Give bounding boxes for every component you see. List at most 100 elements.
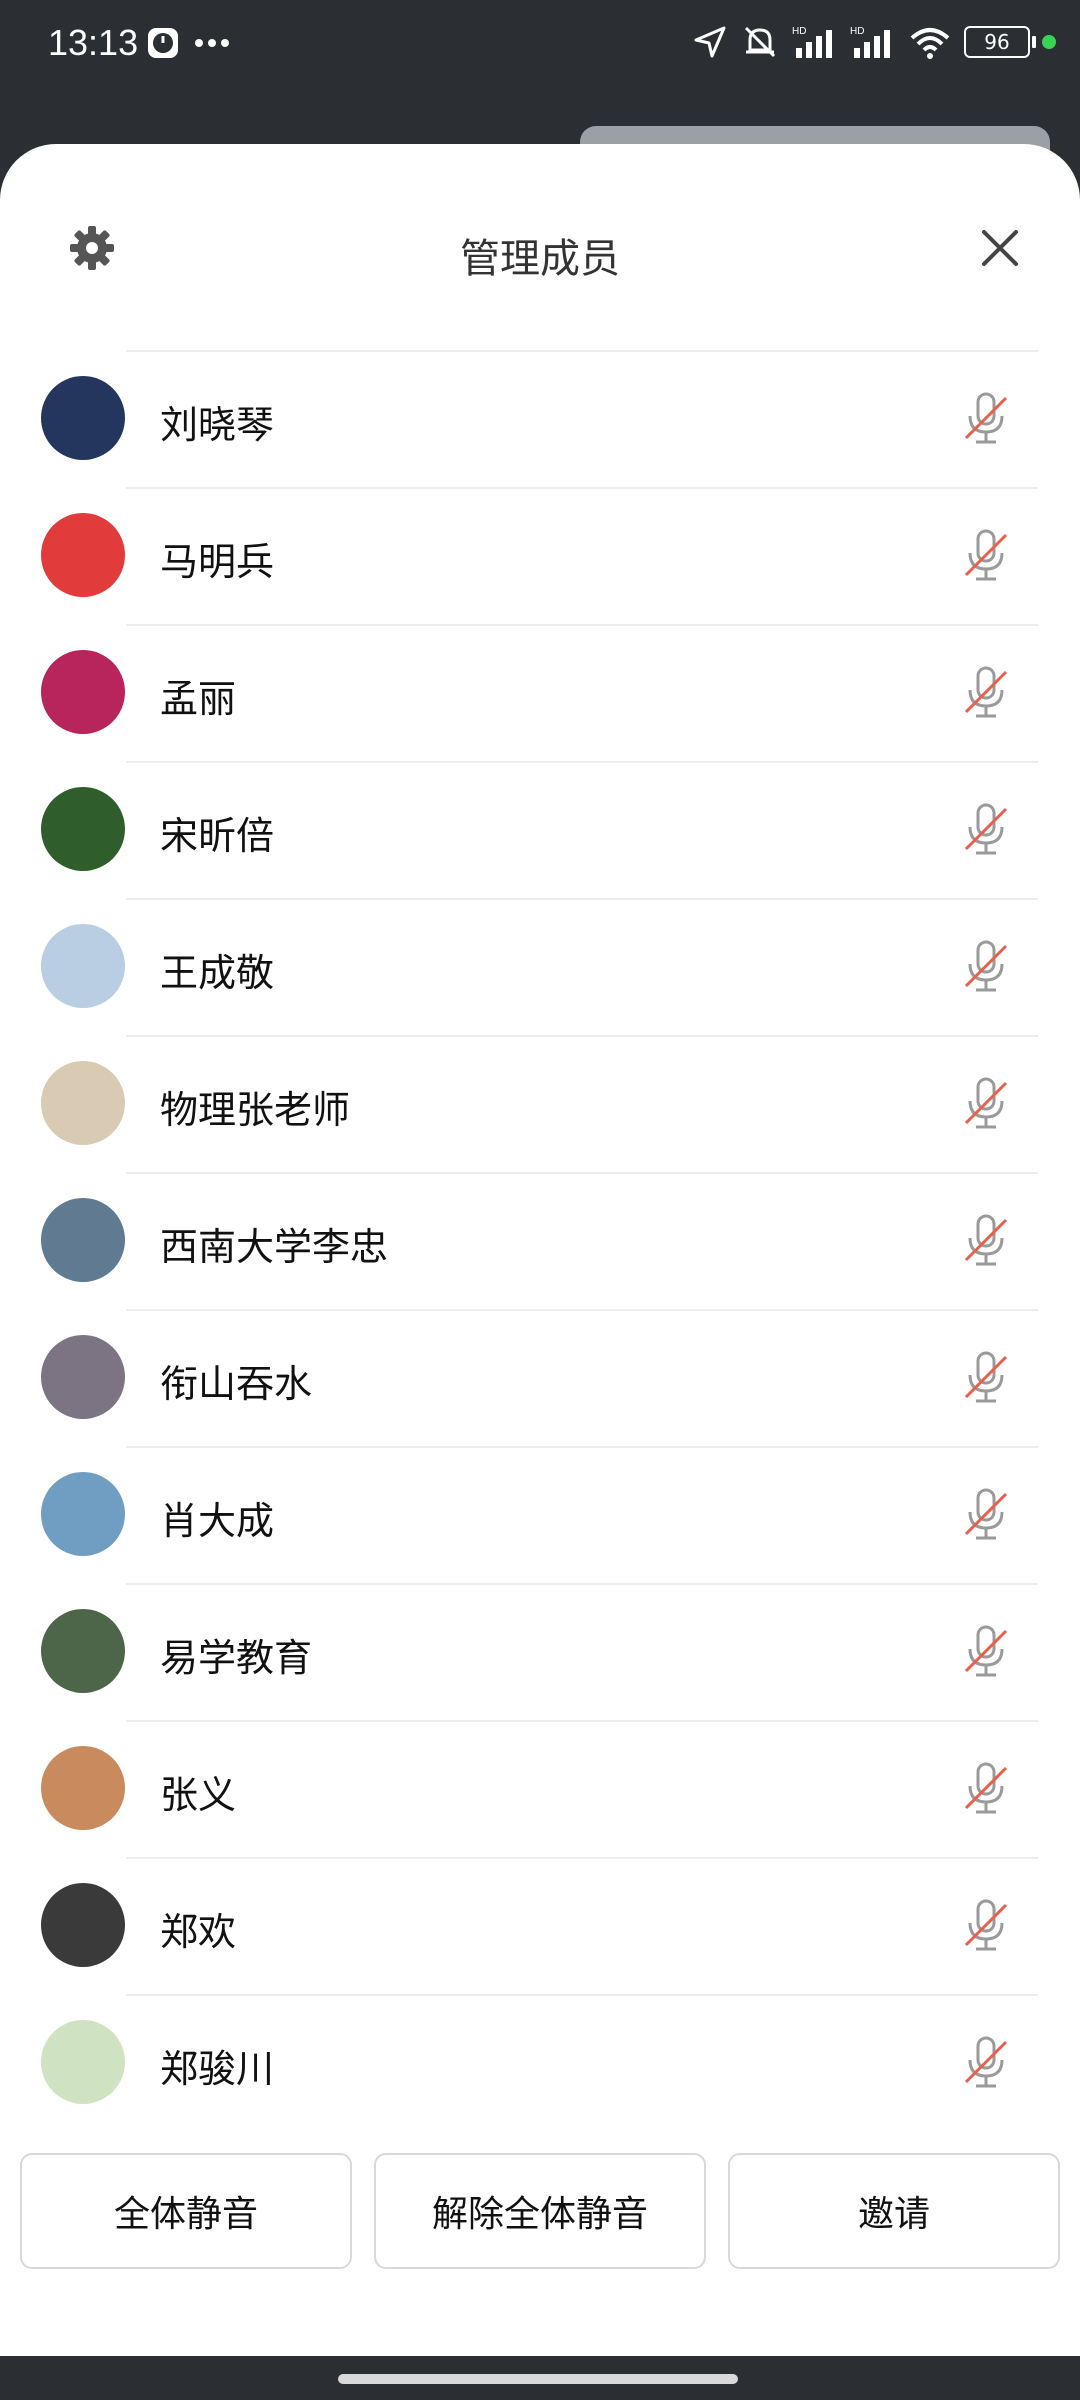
mic-muted-icon	[964, 1762, 1008, 1814]
mic-muted-icon	[964, 940, 1008, 992]
mic-muted-icon	[964, 1488, 1008, 1540]
member-avatar	[41, 1335, 125, 1419]
mic-toggle-button[interactable]	[958, 1895, 1014, 1955]
member-row[interactable]: 易学教育	[0, 1583, 1080, 1720]
row-divider	[126, 1994, 1038, 1996]
close-button[interactable]	[972, 220, 1028, 276]
unmute-all-button[interactable]: 解除全体静音	[374, 2153, 706, 2269]
mic-muted-icon	[964, 1214, 1008, 1266]
mic-toggle-button[interactable]	[958, 799, 1014, 859]
row-divider	[126, 487, 1038, 489]
sheet-header: 管理成员	[0, 144, 1080, 344]
member-row[interactable]: 刘晓琴	[0, 350, 1080, 487]
row-divider	[126, 1172, 1038, 1174]
member-row[interactable]: 孟丽	[0, 624, 1080, 761]
member-name: 张义	[160, 1773, 237, 1817]
mic-toggle-button[interactable]	[958, 1347, 1014, 1407]
member-avatar	[41, 1061, 125, 1145]
row-divider	[126, 624, 1038, 626]
privacy-indicator	[1042, 35, 1056, 49]
member-avatar	[41, 1198, 125, 1282]
member-row[interactable]: 肖大成	[0, 1446, 1080, 1583]
row-divider	[126, 1583, 1038, 1585]
member-name: 孟丽	[160, 677, 237, 721]
wifi-icon	[910, 28, 950, 59]
close-icon	[982, 230, 1018, 266]
member-name: 物理张老师	[160, 1088, 351, 1132]
signal-hd-icon-2: HD	[850, 26, 890, 58]
row-divider	[126, 350, 1038, 352]
member-name: 宋昕倍	[160, 814, 275, 858]
member-row[interactable]: 郑欢	[0, 1857, 1080, 1994]
signal-hd-icon: HD	[792, 26, 832, 58]
mic-muted-icon	[964, 2036, 1008, 2088]
member-name: 郑欢	[160, 1910, 237, 1954]
mic-toggle-button[interactable]	[958, 1210, 1014, 1270]
member-row[interactable]: 衔山吞水	[0, 1309, 1080, 1446]
status-bar: 13:13 HD HD 96	[0, 0, 1080, 96]
row-divider	[126, 1720, 1038, 1722]
row-divider	[126, 1446, 1038, 1448]
svg-text:HD: HD	[850, 26, 864, 37]
mic-muted-icon	[964, 1625, 1008, 1677]
mic-muted-icon	[964, 666, 1008, 718]
mic-muted-icon	[964, 1899, 1008, 1951]
member-row[interactable]: 郑骏川	[0, 1994, 1080, 2131]
member-name: 郑骏川	[160, 2047, 275, 2091]
member-name: 西南大学李忠	[160, 1225, 389, 1269]
member-name: 衔山吞水	[160, 1362, 313, 1406]
member-avatar	[41, 1609, 125, 1693]
battery-level: 96	[984, 30, 1010, 54]
status-time: 13:13	[48, 22, 139, 63]
member-row[interactable]: 马明兵	[0, 487, 1080, 624]
mic-toggle-button[interactable]	[958, 662, 1014, 722]
row-divider	[126, 1309, 1038, 1311]
bottom-action-bar: 全体静音 解除全体静音 邀请	[20, 2153, 1060, 2269]
member-avatar	[41, 1746, 125, 1830]
member-avatar	[41, 650, 125, 734]
mic-muted-icon	[964, 803, 1008, 855]
mic-toggle-button[interactable]	[958, 1758, 1014, 1818]
svg-text:HD: HD	[792, 26, 806, 37]
member-row[interactable]: 物理张老师	[0, 1035, 1080, 1172]
mic-toggle-button[interactable]	[958, 388, 1014, 448]
member-list: 刘晓琴马明兵孟丽宋昕倍王成敬物理张老师西南大学李忠 衔山吞水肖大成易学教育张义郑欢…	[0, 350, 1080, 2131]
home-gesture-handle[interactable]	[338, 2374, 738, 2384]
mute-all-button[interactable]: 全体静音	[20, 2153, 352, 2269]
member-avatar	[41, 787, 125, 871]
member-name: 马明兵	[160, 540, 275, 584]
member-name: 易学教育	[160, 1636, 313, 1680]
row-divider	[126, 761, 1038, 763]
mic-muted-icon	[964, 1351, 1008, 1403]
member-name: 肖大成	[160, 1499, 275, 1543]
member-avatar	[41, 513, 125, 597]
clock-app-icon	[148, 28, 178, 58]
member-avatar	[41, 376, 125, 460]
more-icon	[195, 39, 229, 47]
member-row[interactable]: 西南大学李忠	[0, 1172, 1080, 1309]
mic-toggle-button[interactable]	[958, 2032, 1014, 2092]
mute-icon	[744, 26, 776, 58]
manage-members-sheet: 管理成员 刘晓琴马明兵孟丽宋昕倍王成敬物理张老师西南大学李忠 衔山吞水肖大成易学教…	[0, 144, 1080, 2356]
member-avatar	[41, 924, 125, 1008]
mic-toggle-button[interactable]	[958, 1484, 1014, 1544]
battery-icon: 96	[964, 26, 1036, 58]
mic-toggle-button[interactable]	[958, 1621, 1014, 1681]
mic-toggle-button[interactable]	[958, 936, 1014, 996]
member-avatar	[41, 1883, 125, 1967]
row-divider	[126, 1035, 1038, 1037]
member-avatar	[41, 2020, 125, 2104]
row-divider	[126, 1857, 1038, 1859]
member-avatar	[41, 1472, 125, 1556]
mic-muted-icon	[964, 1077, 1008, 1129]
member-row[interactable]: 张义	[0, 1720, 1080, 1857]
mic-muted-icon	[964, 529, 1008, 581]
member-row[interactable]: 王成敬	[0, 898, 1080, 1035]
sheet-title: 管理成员	[460, 236, 620, 282]
member-name: 王成敬	[160, 951, 275, 995]
mic-toggle-button[interactable]	[958, 1073, 1014, 1133]
location-icon	[694, 26, 726, 58]
invite-button[interactable]: 邀请	[728, 2153, 1060, 2269]
mic-toggle-button[interactable]	[958, 525, 1014, 585]
member-row[interactable]: 宋昕倍	[0, 761, 1080, 898]
